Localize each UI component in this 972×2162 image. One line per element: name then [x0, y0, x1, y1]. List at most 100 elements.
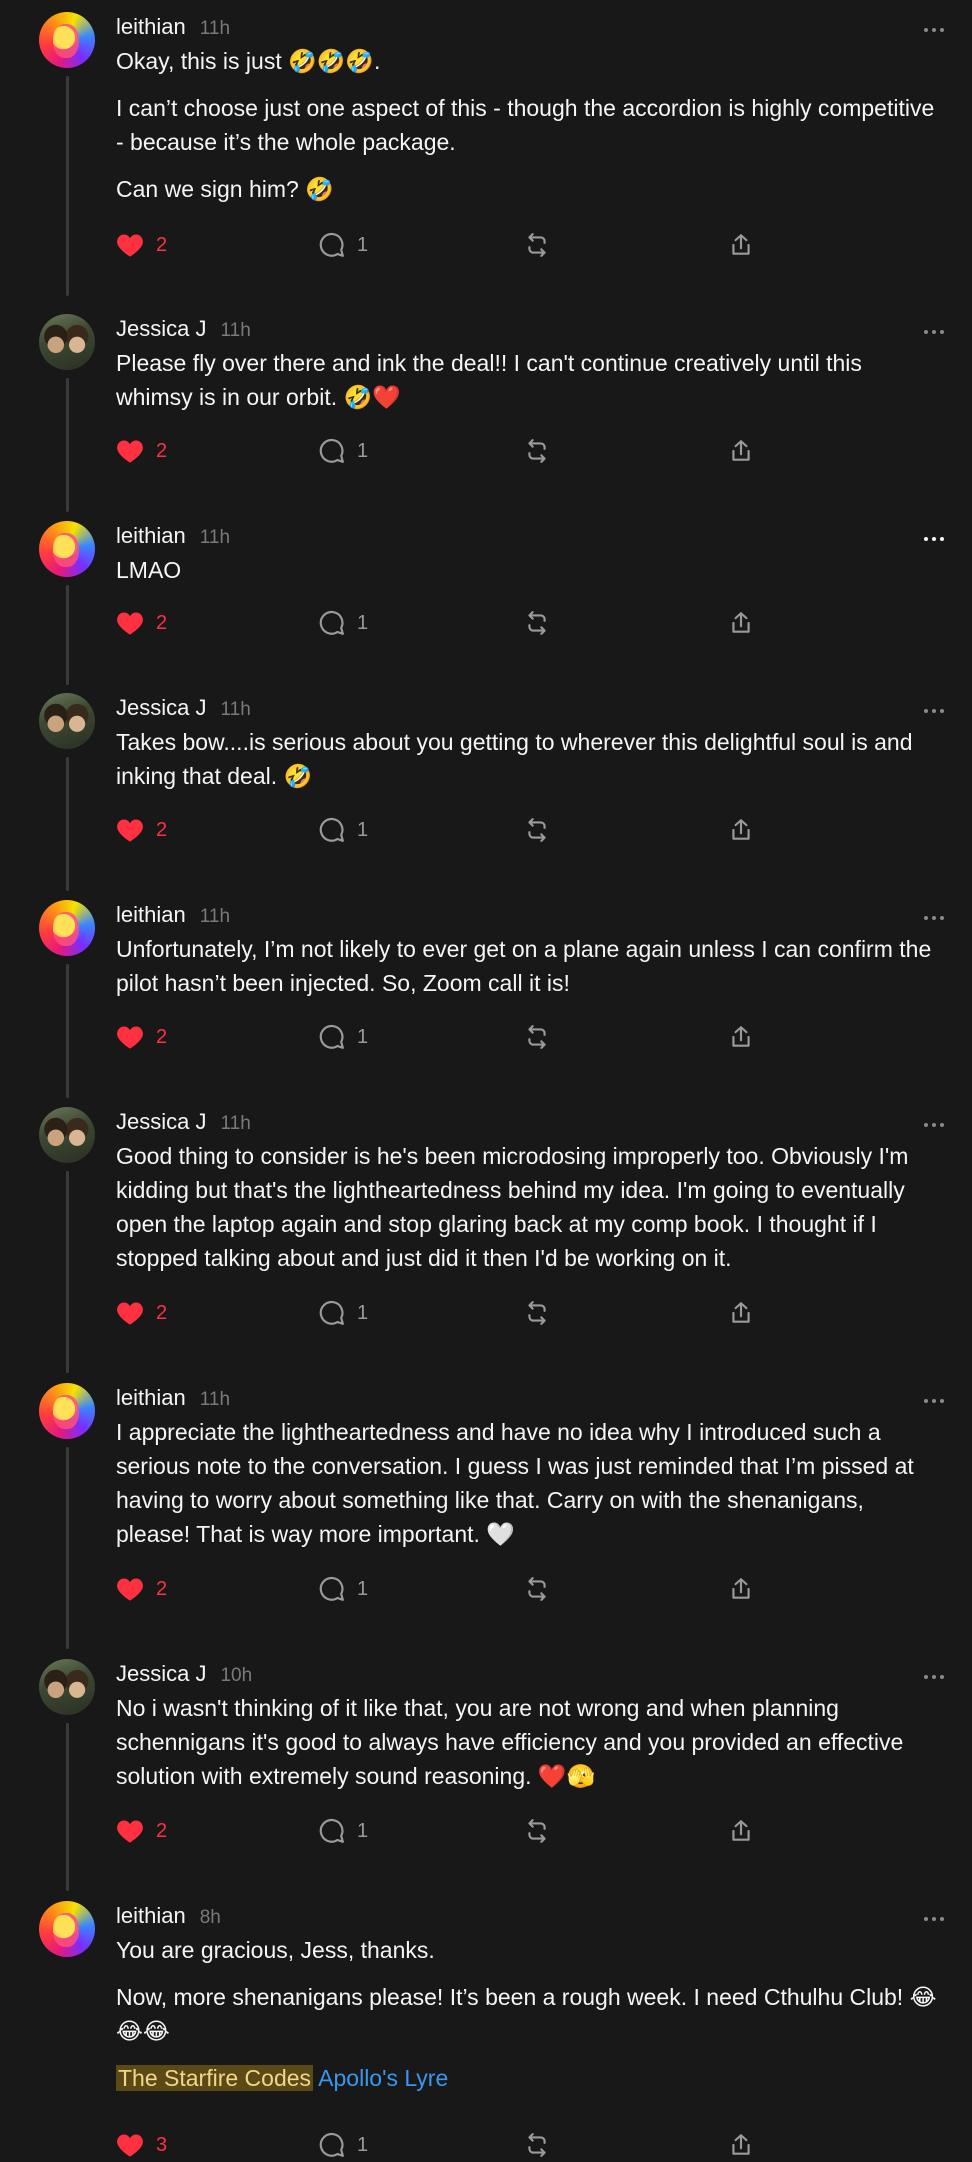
post-text: Okay, this is just 🤣🤣🤣. I can’t choose j…: [116, 44, 944, 206]
post-paragraph: No i wasn't thinking of it like that, yo…: [116, 1695, 904, 1789]
post-paragraph: Unfortunately, I’m not likely to ever ge…: [116, 936, 932, 996]
repost-button[interactable]: [524, 1022, 550, 1052]
more-icon[interactable]: [904, 908, 944, 928]
post-actions: 2 1: [116, 608, 816, 638]
heart-icon: [117, 612, 143, 635]
avatar[interactable]: [39, 521, 95, 577]
share-icon: [732, 1578, 750, 1599]
like-button[interactable]: 2: [116, 1574, 167, 1604]
share-icon: [732, 1026, 750, 1047]
repost-button[interactable]: [524, 436, 550, 466]
like-button[interactable]: 2: [116, 436, 167, 466]
reply-button[interactable]: 1: [319, 1574, 368, 1604]
more-icon[interactable]: [904, 20, 944, 40]
repost-button[interactable]: [524, 1298, 550, 1328]
username[interactable]: Jessica J: [116, 1109, 206, 1135]
thread-line: [66, 964, 69, 1098]
heart-icon: [117, 440, 143, 463]
username[interactable]: Jessica J: [116, 316, 206, 342]
more-icon[interactable]: [904, 322, 944, 342]
username[interactable]: leithian: [116, 1385, 186, 1411]
share-button[interactable]: [728, 1574, 754, 1604]
avatar[interactable]: [39, 1659, 95, 1715]
like-count: 2: [156, 1025, 168, 1048]
repost-button[interactable]: [524, 230, 550, 260]
like-button[interactable]: 2: [116, 1298, 167, 1328]
username[interactable]: Jessica J: [116, 1661, 206, 1687]
avatar[interactable]: [39, 1107, 95, 1163]
username[interactable]: Jessica J: [116, 695, 206, 721]
reply-button[interactable]: 1: [319, 1298, 368, 1328]
reply-button[interactable]: 1: [319, 1022, 368, 1052]
share-button[interactable]: [728, 815, 754, 845]
share-button[interactable]: [728, 2130, 754, 2160]
like-count: 2: [156, 1301, 168, 1324]
avatar[interactable]: [39, 1901, 95, 1957]
thread-line: [66, 585, 69, 685]
avatar[interactable]: [39, 314, 95, 370]
share-icon: [732, 1302, 750, 1323]
timestamp: 11h: [199, 18, 231, 39]
reply-count: 1: [357, 611, 369, 634]
avatar[interactable]: [39, 693, 95, 749]
more-icon[interactable]: [904, 1909, 944, 1929]
like-button[interactable]: 3: [116, 2130, 167, 2160]
highlighted-tag[interactable]: The Starfire Codes: [116, 2065, 314, 2091]
repost-button[interactable]: [524, 815, 550, 845]
reply-count: 1: [357, 1577, 369, 1600]
reply-button[interactable]: 1: [319, 1816, 368, 1846]
post-paragraph: Takes bow....is serious about you gettin…: [116, 729, 913, 789]
share-button[interactable]: [728, 1816, 754, 1846]
reply-count: 1: [357, 2133, 369, 2156]
share-button[interactable]: [728, 1022, 754, 1052]
share-button[interactable]: [728, 608, 754, 638]
timestamp: 11h: [199, 906, 231, 927]
avatar[interactable]: [39, 900, 95, 956]
share-button[interactable]: [728, 1298, 754, 1328]
repost-icon: [528, 1577, 546, 1601]
username[interactable]: leithian: [116, 14, 186, 40]
post-actions: 3 1: [116, 2130, 816, 2160]
reply-button[interactable]: 1: [319, 230, 368, 260]
comment-icon: [319, 2132, 344, 2157]
comment-icon: [319, 1576, 344, 1601]
more-icon[interactable]: [904, 1391, 944, 1411]
like-button[interactable]: 2: [116, 815, 167, 845]
more-icon[interactable]: [904, 529, 944, 549]
repost-button[interactable]: [524, 2130, 550, 2160]
thread-line: [66, 378, 69, 512]
more-icon[interactable]: [904, 1667, 944, 1687]
tag-link[interactable]: Apollo's Lyre: [318, 2065, 448, 2091]
like-button[interactable]: 2: [116, 1816, 167, 1846]
reply-button[interactable]: 1: [319, 608, 368, 638]
reply-button[interactable]: 1: [319, 2130, 368, 2160]
like-button[interactable]: 2: [116, 608, 167, 638]
like-button[interactable]: 2: [116, 230, 167, 260]
repost-button[interactable]: [524, 608, 550, 638]
more-icon[interactable]: [904, 701, 944, 721]
thread: leithian 11h Okay, this is just 🤣🤣🤣. I c…: [0, 0, 972, 2162]
username[interactable]: leithian: [116, 523, 186, 549]
username[interactable]: leithian: [116, 1903, 186, 1929]
more-icon[interactable]: [904, 1115, 944, 1135]
repost-icon: [528, 1301, 546, 1325]
avatar[interactable]: [39, 1383, 95, 1439]
like-button[interactable]: 2: [116, 1022, 167, 1052]
post-text: No i wasn't thinking of it like that, yo…: [116, 1691, 944, 1793]
reply-button[interactable]: 1: [319, 815, 368, 845]
comment-icon: [319, 438, 344, 463]
comment-icon: [319, 1300, 344, 1325]
repost-button[interactable]: [524, 1816, 550, 1846]
comment-icon: [319, 817, 344, 842]
like-count: 3: [156, 2133, 168, 2156]
share-button[interactable]: [728, 230, 754, 260]
reply-button[interactable]: 1: [319, 436, 368, 466]
share-button[interactable]: [728, 436, 754, 466]
heart-icon: [117, 1578, 143, 1601]
avatar[interactable]: [39, 12, 95, 68]
username[interactable]: leithian: [116, 902, 186, 928]
repost-button[interactable]: [524, 1574, 550, 1604]
post-paragraph: I can’t choose just one aspect of this -…: [116, 95, 935, 155]
share-icon: [732, 2134, 750, 2155]
post-text: Unfortunately, I’m not likely to ever ge…: [116, 932, 944, 1000]
